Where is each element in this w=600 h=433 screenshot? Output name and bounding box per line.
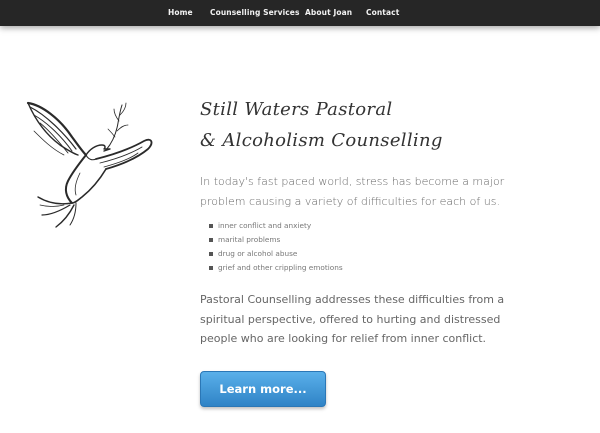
difficulties-list: inner conflict and anxiety marital probl… [200, 219, 343, 275]
intro-paragraph: In today's fast paced world, stress has … [200, 175, 505, 208]
nav-contact-link[interactable]: Contact [366, 8, 399, 17]
nav-counselling-services-link[interactable]: Counselling Services [210, 8, 300, 17]
title-line-1: Still Waters Pastoral [200, 99, 393, 120]
pastoral-paragraph: Pastoral Counselling addresses these dif… [200, 293, 505, 345]
list-item: marital problems [209, 233, 343, 247]
learn-more-button[interactable]: Learn more... [200, 371, 326, 407]
dove-icon [26, 101, 153, 228]
list-item: grief and other crippling emotions [209, 261, 343, 275]
page-title: Still Waters Pastoral & Alcoholism Couns… [200, 94, 580, 156]
list-item: inner conflict and anxiety [209, 219, 343, 233]
list-item: drug or alcohol abuse [209, 247, 343, 261]
title-line-2: & Alcoholism Counselling [200, 130, 443, 151]
nav-home-link[interactable]: Home [168, 8, 193, 17]
nav-about-joan-link[interactable]: About Joan [305, 8, 352, 17]
top-nav-bar: Home Counselling Services About Joan Con… [0, 0, 600, 26]
